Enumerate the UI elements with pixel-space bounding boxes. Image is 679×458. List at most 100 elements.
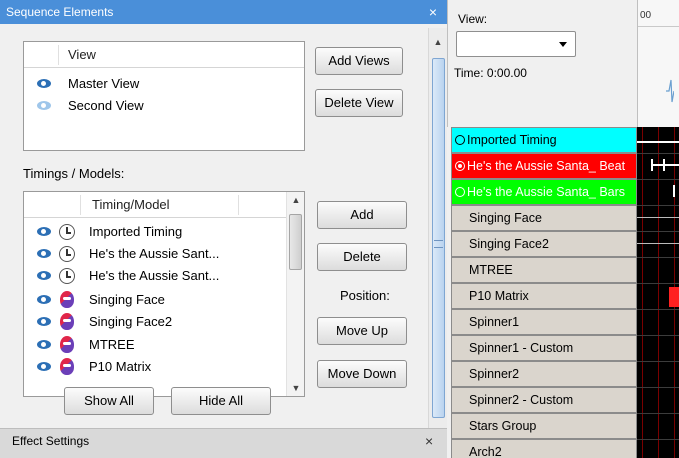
- add-button[interactable]: Add: [317, 201, 407, 229]
- move-up-button[interactable]: Move Up: [317, 317, 407, 345]
- grid-line: [658, 127, 659, 458]
- row-label: He's the Aussie Santa_ Beat: [467, 159, 626, 173]
- model-row[interactable]: Stars Group: [451, 413, 637, 439]
- item-label: MTREE: [89, 337, 135, 352]
- view-dropdown[interactable]: [456, 31, 576, 57]
- timing-mark[interactable]: [637, 217, 679, 218]
- item-label: Singing Face: [89, 292, 165, 307]
- item-label: He's the Aussie Sant...: [89, 246, 220, 261]
- radio-selected-icon[interactable]: [455, 161, 465, 171]
- eye-icon[interactable]: [37, 227, 51, 236]
- column-separator: [80, 195, 81, 215]
- list-item[interactable]: P10 Matrix: [24, 356, 286, 378]
- eye-icon[interactable]: [37, 362, 51, 371]
- grid-line: [637, 387, 679, 388]
- grid-line: [637, 335, 679, 336]
- model-row[interactable]: Spinner1: [451, 309, 637, 335]
- panel-scrollbar[interactable]: ▲: [428, 28, 447, 428]
- model-face-icon: [60, 291, 74, 308]
- effect-block[interactable]: [669, 287, 679, 307]
- scroll-up-arrow-icon[interactable]: ▲: [430, 34, 446, 50]
- view-label: Second View: [68, 98, 144, 113]
- item-label: Imported Timing: [89, 224, 183, 239]
- grid-line: [637, 179, 679, 180]
- radio-icon[interactable]: [455, 187, 465, 197]
- model-row[interactable]: Spinner2 - Custom: [451, 387, 637, 413]
- timings-scrollbar[interactable]: ▲ ▼: [286, 192, 304, 396]
- ruler-time-label: 00: [640, 10, 652, 21]
- eye-icon[interactable]: [37, 249, 51, 258]
- timing-mark[interactable]: [637, 243, 679, 244]
- item-label: He's the Aussie Sant...: [89, 268, 220, 283]
- grid-line: [637, 283, 679, 284]
- model-row[interactable]: Spinner1 - Custom: [451, 335, 637, 361]
- eye-icon-dimmed[interactable]: [37, 101, 51, 110]
- grid-line: [637, 231, 679, 232]
- timing-mark[interactable]: [651, 164, 679, 166]
- move-down-button[interactable]: Move Down: [317, 360, 407, 388]
- timing-mark[interactable]: [663, 159, 665, 171]
- eye-icon[interactable]: [37, 79, 51, 88]
- grid-line: [637, 153, 679, 154]
- grid-line: [642, 127, 643, 458]
- eye-icon[interactable]: [37, 317, 51, 326]
- chevron-down-icon[interactable]: [559, 42, 567, 47]
- list-item[interactable]: Singing Face: [24, 289, 286, 311]
- time-readout: Time: 0:00.00: [454, 66, 527, 80]
- show-all-button[interactable]: Show All: [64, 387, 154, 415]
- list-item[interactable]: Imported Timing: [24, 221, 286, 243]
- eye-icon[interactable]: [37, 340, 51, 349]
- scrollbar-grip-icon: [434, 240, 443, 248]
- timing-model-column-header[interactable]: Timing/Model: [92, 192, 170, 218]
- model-row[interactable]: MTREE: [451, 257, 637, 283]
- eye-icon[interactable]: [37, 271, 51, 280]
- timing-row-imported[interactable]: Imported Timing: [451, 127, 637, 153]
- close-icon[interactable]: ×: [425, 4, 441, 20]
- eye-icon[interactable]: [37, 295, 51, 304]
- timeline-ruler[interactable]: 00: [637, 0, 679, 127]
- scroll-down-arrow-icon[interactable]: ▼: [287, 380, 305, 396]
- hide-all-button[interactable]: Hide All: [171, 387, 271, 415]
- model-face-icon: [60, 358, 74, 375]
- list-item[interactable]: Singing Face2: [24, 311, 286, 333]
- grid-line: [637, 413, 679, 414]
- view-column-header[interactable]: View: [68, 42, 96, 68]
- view-label: View:: [458, 12, 488, 26]
- timing-mark[interactable]: [637, 141, 679, 143]
- scrollbar-thumb[interactable]: [289, 214, 302, 270]
- add-views-button[interactable]: Add Views: [315, 47, 403, 75]
- view-label: Master View: [68, 76, 140, 91]
- item-label: Singing Face2: [89, 314, 173, 329]
- model-row[interactable]: Singing Face: [451, 205, 637, 231]
- list-item[interactable]: He's the Aussie Sant...: [24, 243, 286, 265]
- timing-row-bars[interactable]: He's the Aussie Santa_ Bars: [451, 179, 637, 205]
- delete-button[interactable]: Delete: [317, 243, 407, 271]
- model-row[interactable]: P10 Matrix: [451, 283, 637, 309]
- model-row[interactable]: Arch2: [451, 439, 637, 458]
- row-label: Imported Timing: [467, 133, 557, 147]
- view-row-master[interactable]: Master View: [24, 73, 304, 95]
- scroll-up-arrow-icon[interactable]: ▲: [287, 192, 305, 208]
- effects-grid[interactable]: [637, 127, 679, 458]
- model-row[interactable]: Singing Face2: [451, 231, 637, 257]
- grid-line: [637, 361, 679, 362]
- grid-line: [637, 257, 679, 258]
- view-row-second[interactable]: Second View: [24, 95, 304, 117]
- list-item[interactable]: He's the Aussie Sant...: [24, 265, 286, 287]
- radio-icon[interactable]: [455, 135, 465, 145]
- model-row[interactable]: Spinner2: [451, 361, 637, 387]
- timing-clock-icon: [59, 268, 75, 284]
- timing-mark[interactable]: [673, 185, 675, 197]
- effect-settings-bar[interactable]: Effect Settings ×: [0, 428, 447, 458]
- timing-clock-icon: [59, 224, 75, 240]
- timing-row-beat[interactable]: He's the Aussie Santa_ Beat: [451, 153, 637, 179]
- list-item[interactable]: MTREE: [24, 334, 286, 356]
- views-list-header: View: [24, 42, 304, 68]
- delete-view-button[interactable]: Delete View: [315, 89, 403, 117]
- effect-settings-title: Effect Settings: [12, 434, 90, 448]
- timing-mark[interactable]: [651, 159, 653, 171]
- grid-line: [637, 205, 679, 206]
- model-face-icon: [60, 336, 74, 353]
- scrollbar-thumb[interactable]: [432, 58, 445, 418]
- close-icon[interactable]: ×: [425, 433, 433, 449]
